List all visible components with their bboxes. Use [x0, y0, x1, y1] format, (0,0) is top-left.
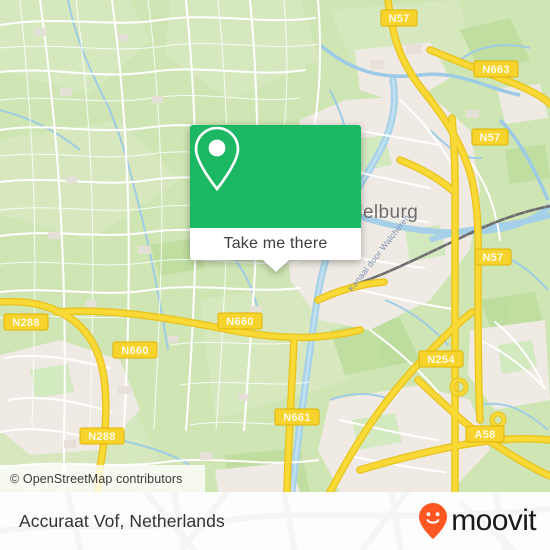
road-shield-n57-mid: N57	[471, 128, 509, 146]
road-shield-label: N661	[283, 412, 311, 424]
take-me-there-label: Take me there	[223, 235, 328, 252]
road-shield-label: N288	[12, 317, 40, 329]
road-shield-n254: N254	[418, 350, 464, 368]
osm-attribution-text: © OpenStreetMap contributors	[10, 471, 183, 486]
road-shield-label: A58	[474, 429, 495, 441]
road-shield-label: N57	[479, 132, 500, 144]
road-shield-label: N288	[88, 431, 116, 443]
road-shield-n288-north: N288	[3, 313, 49, 331]
moovit-pin-smiley-icon	[419, 503, 448, 539]
road-shield-n57-north: N57	[380, 9, 418, 27]
moovit-logo[interactable]: moovit	[418, 492, 537, 550]
road-shield-label: N57	[482, 252, 503, 264]
road-shield-label: N660	[121, 345, 149, 357]
road-shield-label: N663	[482, 64, 510, 76]
road-shield-n57-south: N57	[474, 248, 512, 266]
road-shield-n661: N661	[274, 408, 320, 426]
road-shield-n660-east: N660	[217, 312, 263, 330]
road-shield-label: N660	[226, 316, 254, 328]
road-shield-label: N57	[388, 13, 409, 25]
road-shield-n660-west: N660	[112, 341, 158, 359]
popup-card-header	[190, 125, 361, 228]
map-screenshot: delburg Kanaal door Walcheren N57 N663 N…	[0, 0, 550, 550]
location-title-text: Accuraat Vof, Netherlands	[19, 510, 225, 531]
map-pin-icon	[194, 126, 240, 192]
road-shield-n288-south: N288	[79, 427, 125, 445]
osm-attribution[interactable]: © OpenStreetMap contributors	[0, 465, 205, 492]
page-footer: Accuraat Vof, Netherlands moovit	[0, 492, 550, 550]
location-title: Accuraat Vof, Netherlands	[19, 492, 225, 550]
road-shield-a58: A58	[465, 425, 505, 443]
moovit-wordmark: moovit	[451, 504, 536, 537]
popup-card-action[interactable]: Take me there	[190, 228, 361, 260]
map-popup-card[interactable]: Take me there	[190, 125, 361, 272]
map-canvas[interactable]: delburg Kanaal door Walcheren N57 N663 N…	[0, 0, 550, 492]
road-shield-n663: N663	[473, 60, 519, 78]
road-shield-label: N254	[427, 354, 455, 366]
popup-card-tail	[262, 260, 289, 272]
